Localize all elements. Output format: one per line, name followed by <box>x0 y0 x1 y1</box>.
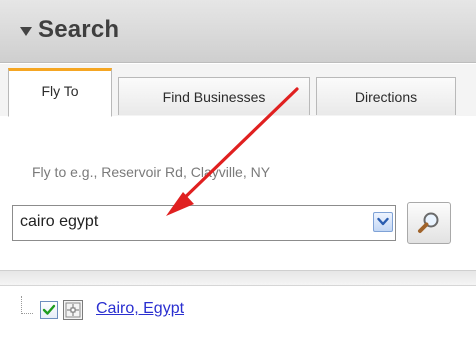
fly-to-hint: Fly to e.g., Reservoir Rd, Clayville, NY <box>32 164 271 180</box>
search-title: Search <box>38 16 120 43</box>
result-link-cairo-egypt[interactable]: Cairo, Egypt <box>96 300 184 318</box>
tab-fly-to[interactable]: Fly To <box>8 68 112 117</box>
tree-connector <box>21 296 33 314</box>
tab-find-businesses[interactable]: Find Businesses <box>118 77 310 115</box>
results-divider <box>0 270 476 286</box>
dropdown-button[interactable] <box>373 212 393 232</box>
magnifier-icon <box>418 212 439 233</box>
search-panel: Search Fly To Find Businesses Directions… <box>0 0 476 356</box>
crosshair-icon <box>65 302 81 318</box>
tab-directions-label: Directions <box>354 88 418 105</box>
tab-find-businesses-label: Find Businesses <box>162 88 266 105</box>
chevron-down-icon <box>377 217 389 226</box>
search-header[interactable]: Search <box>0 0 476 63</box>
tab-directions[interactable]: Directions <box>316 77 456 115</box>
triangle-down-icon[interactable] <box>20 27 32 36</box>
placemark-crosshair-icon[interactable] <box>63 300 83 320</box>
fly-to-input-value[interactable]: cairo egypt <box>20 213 98 231</box>
result-checkbox[interactable] <box>40 301 58 319</box>
search-button[interactable] <box>407 202 451 244</box>
check-icon <box>42 304 56 315</box>
tab-fly-to-label: Fly To <box>41 83 79 99</box>
